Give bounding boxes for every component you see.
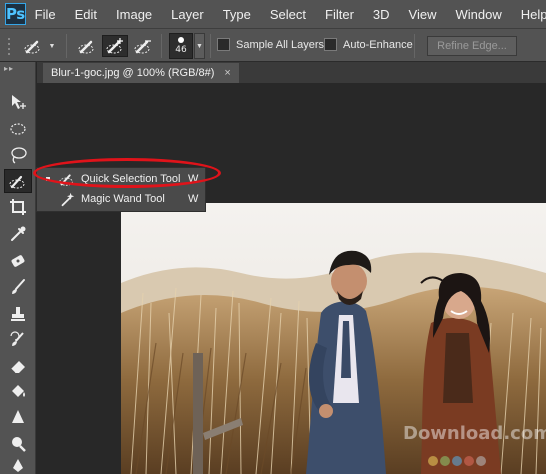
menu-edit[interactable]: Edit bbox=[75, 7, 97, 22]
dodge-tool[interactable] bbox=[4, 432, 32, 456]
divider bbox=[66, 34, 67, 58]
sample-all-layers-label: Sample All Layers bbox=[236, 38, 325, 51]
lasso-icon bbox=[11, 147, 27, 164]
menu-image[interactable]: Image bbox=[116, 7, 152, 22]
brush-add-icon bbox=[106, 38, 123, 54]
subtract-from-selection-button[interactable] bbox=[130, 35, 156, 57]
menu-type[interactable]: Type bbox=[223, 7, 251, 22]
sample-all-layers-checkbox[interactable] bbox=[217, 38, 230, 51]
divider bbox=[210, 34, 211, 58]
healing-brush-icon bbox=[11, 255, 25, 267]
crop-icon bbox=[10, 199, 26, 215]
auto-enhance-label: Auto-Enhance bbox=[343, 38, 413, 51]
menu-help[interactable]: Help bbox=[521, 7, 546, 22]
document-tab-bar: Blur-1-goc.jpg @ 100% (RGB/8#) × bbox=[37, 62, 546, 83]
divider bbox=[414, 34, 415, 58]
brush-size-value: 46 bbox=[175, 45, 187, 55]
blur-tool[interactable] bbox=[4, 406, 32, 430]
document-tab[interactable]: Blur-1-goc.jpg @ 100% (RGB/8#) × bbox=[43, 63, 239, 83]
options-grip-icon bbox=[6, 35, 12, 57]
eraser-icon bbox=[10, 361, 25, 374]
lasso-tool[interactable] bbox=[4, 143, 32, 167]
document-tab-title: Blur-1-goc.jpg @ 100% (RGB/8#) bbox=[51, 67, 215, 79]
brush-picker-dropdown[interactable]: ▼ bbox=[194, 33, 205, 59]
close-icon[interactable]: × bbox=[224, 67, 230, 79]
flyout-item-label: Magic Wand Tool bbox=[81, 193, 165, 205]
elliptical-marquee-icon bbox=[10, 123, 26, 135]
photoshop-logo-icon: Ps bbox=[5, 3, 26, 25]
brush-tip-icon bbox=[178, 37, 184, 43]
menu-layer[interactable]: Layer bbox=[171, 7, 204, 22]
menu-view[interactable]: View bbox=[409, 7, 437, 22]
pen-icon bbox=[13, 459, 23, 472]
marquee-tool[interactable] bbox=[4, 117, 32, 141]
panel-collapse-icon[interactable]: ▸▸ bbox=[4, 64, 14, 73]
watermark-logo: Download.com.vn bbox=[403, 423, 546, 444]
chevron-down-icon: ▼ bbox=[196, 42, 203, 50]
menu-bar: Ps File Edit Image Layer Type Select Fil… bbox=[0, 0, 546, 28]
brush-select-icon bbox=[78, 40, 94, 54]
flyout-item-shortcut: W bbox=[188, 193, 199, 205]
paint-bucket-tool[interactable] bbox=[4, 380, 32, 404]
photo-image: Download.com.vn bbox=[121, 203, 546, 474]
dodge-icon bbox=[12, 437, 26, 452]
options-bar: ▼ 46 ▼ Sample All Layers Auto-Enhance Re… bbox=[0, 28, 546, 62]
move-icon bbox=[12, 95, 26, 109]
chevron-down-icon: ▼ bbox=[48, 42, 56, 50]
clone-stamp-tool[interactable] bbox=[4, 302, 32, 326]
history-brush-icon bbox=[10, 331, 24, 346]
move-tool[interactable] bbox=[4, 90, 32, 114]
brush-tool[interactable] bbox=[4, 275, 32, 299]
menu-file[interactable]: File bbox=[35, 7, 56, 22]
menu-window[interactable]: Window bbox=[456, 7, 502, 22]
eyedropper-icon bbox=[11, 226, 26, 241]
refine-edge-button[interactable]: Refine Edge... bbox=[427, 36, 517, 56]
blur-icon bbox=[12, 410, 24, 423]
tool-preset-picker[interactable]: ▼ bbox=[20, 35, 58, 57]
highlight-annotation bbox=[33, 158, 221, 188]
eraser-tool[interactable] bbox=[4, 354, 32, 378]
tools-panel: ▸▸ bbox=[0, 62, 36, 474]
menu-select[interactable]: Select bbox=[270, 7, 306, 22]
quick-selection-icon bbox=[24, 40, 40, 54]
new-selection-button[interactable] bbox=[74, 35, 100, 57]
sample-all-layers-option[interactable]: Sample All Layers bbox=[217, 38, 324, 51]
canvas-photo[interactable]: Download.com.vn bbox=[121, 203, 546, 474]
menu-filter[interactable]: Filter bbox=[325, 7, 354, 22]
eyedropper-tool[interactable] bbox=[4, 222, 32, 246]
magic-wand-icon bbox=[61, 192, 75, 207]
flyout-item-magic-wand[interactable]: Magic Wand Tool W bbox=[37, 189, 207, 209]
brush-picker[interactable]: 46 bbox=[169, 33, 193, 59]
healing-brush-tool[interactable] bbox=[4, 249, 32, 273]
brush-icon bbox=[12, 279, 25, 294]
brush-subtract-icon bbox=[134, 40, 151, 54]
quick-selection-icon bbox=[9, 175, 25, 189]
stamp-icon bbox=[11, 307, 25, 321]
paint-bucket-icon bbox=[12, 385, 25, 397]
pen-tool[interactable] bbox=[4, 458, 32, 474]
quick-selection-tool[interactable] bbox=[4, 169, 32, 193]
auto-enhance-option[interactable]: Auto-Enhance bbox=[324, 38, 413, 51]
divider bbox=[161, 34, 162, 58]
add-to-selection-button[interactable] bbox=[102, 35, 128, 57]
auto-enhance-checkbox[interactable] bbox=[324, 38, 337, 51]
menu-3d[interactable]: 3D bbox=[373, 7, 390, 22]
crop-tool[interactable] bbox=[4, 195, 32, 219]
history-brush-tool[interactable] bbox=[4, 328, 32, 352]
